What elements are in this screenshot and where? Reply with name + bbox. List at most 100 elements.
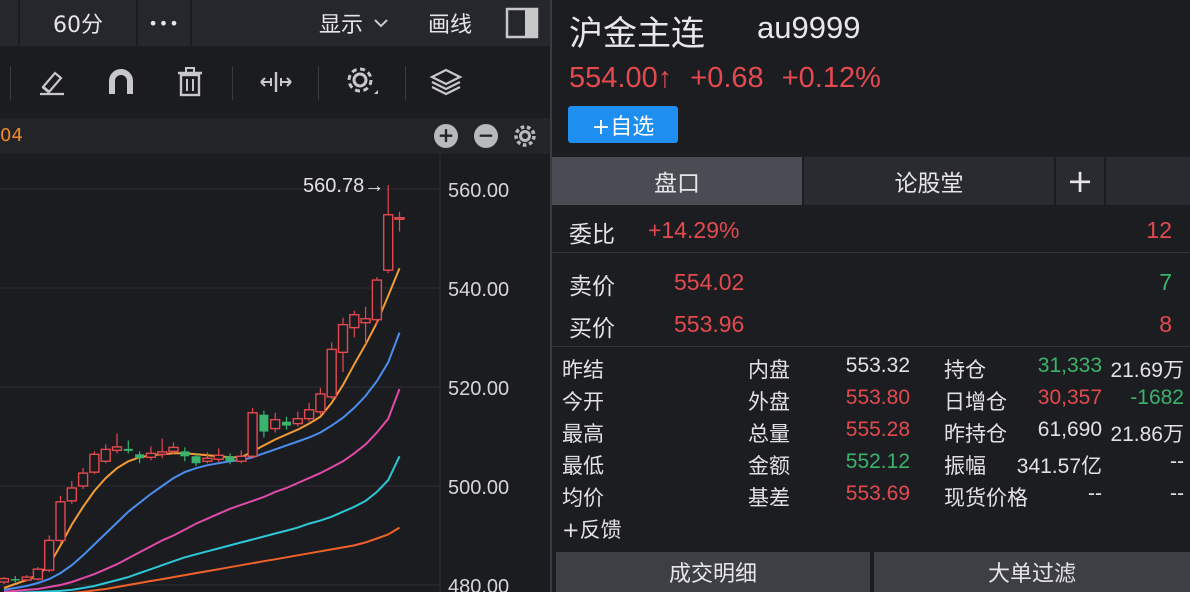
candle-body: [303, 409, 315, 420]
ma-line: [3, 332, 401, 591]
period-selector[interactable]: 60分: [20, 0, 136, 46]
stat-label: 昨持仓: [944, 422, 1007, 446]
stat-value: -1682: [1130, 386, 1184, 409]
candlestick-chart[interactable]: 560.00 540.00 520.00 500.00 480.00 560.78→: [0, 154, 550, 592]
stat-label: 昨结: [562, 358, 604, 382]
candle-body: [213, 454, 224, 460]
price-change: +0.68: [690, 62, 764, 94]
price-change-pct: +0.12%: [781, 62, 881, 94]
stat-label: 内盘: [748, 358, 790, 382]
indicator-settings-button[interactable]: [512, 123, 538, 153]
candle-body: [371, 279, 383, 321]
ask-label: 卖价: [569, 274, 615, 300]
separator: [190, 0, 192, 46]
candle-body: [145, 452, 157, 458]
tab-quote-label: 盘口: [654, 171, 700, 197]
feedback-button[interactable]: +反馈: [562, 514, 622, 544]
candle-body: [89, 453, 100, 473]
stat-value: 553.32: [845, 354, 910, 377]
stat-label: 金额: [748, 454, 790, 478]
stat-label: 总量: [748, 422, 790, 446]
ratio-diff: 12: [1146, 217, 1172, 243]
candle-body: [180, 451, 190, 457]
candle-body: [282, 421, 291, 426]
split-tool[interactable]: [256, 62, 296, 102]
high-price-label: 560.78→: [303, 175, 384, 197]
settings-tool[interactable]: [342, 62, 382, 102]
add-watchlist-button[interactable]: +自选: [568, 106, 678, 143]
stat-value: 552.12: [845, 450, 910, 473]
stat-label: 均价: [562, 486, 604, 510]
bid-volume: 8: [1159, 311, 1172, 337]
period-label: 60分: [53, 13, 103, 38]
panel-toggle-icon: [505, 7, 539, 39]
display-dropdown[interactable]: 显示: [306, 0, 402, 46]
chart-pane: 60分 ••• 显示 画线 04 + − 560.00 540.00 520.0…: [0, 0, 550, 592]
quote-panel: 沪金主连 au9999 554.00↑ +0.68 +0.12% +自选 盘口 …: [552, 0, 1190, 592]
zoom-out-button[interactable]: −: [474, 124, 498, 148]
display-label: 显示: [318, 13, 363, 38]
candle-body: [236, 455, 247, 462]
stat-value: 21.69万: [1110, 359, 1184, 382]
candle-body: [156, 451, 168, 456]
price-line: 554.00↑ +0.68 +0.12%: [569, 62, 891, 95]
panel-toggle-button[interactable]: [500, 0, 544, 46]
candle-body: [168, 446, 179, 453]
candle-body: [383, 214, 394, 271]
ask-price[interactable]: 554.02: [674, 269, 744, 296]
stat-value: 21.86万: [1110, 423, 1184, 446]
bid-price[interactable]: 553.96: [674, 311, 744, 338]
zoom-in-button[interactable]: +: [434, 124, 458, 148]
indicator-bar: 04 + −: [0, 118, 550, 154]
stat-label: 振幅: [944, 454, 986, 478]
more-icon: •••: [148, 13, 180, 33]
ma-legend-label: 04: [0, 125, 23, 146]
magnet-icon: [109, 69, 133, 94]
candle-body: [10, 579, 20, 581]
draw-line-button[interactable]: 画线: [414, 0, 486, 46]
tab-big-order-filter[interactable]: 大单过滤: [874, 552, 1190, 592]
gear-icon: [347, 67, 378, 94]
tab-forum[interactable]: 论股堂: [804, 157, 1054, 205]
plus-icon: +: [437, 123, 455, 147]
stat-value: 30,357: [1037, 386, 1102, 409]
minus-icon: −: [477, 123, 495, 147]
stat-value: --: [1088, 482, 1102, 505]
stat-value: 555.28: [845, 418, 910, 441]
candle-body: [259, 414, 269, 432]
candle-body: [270, 418, 281, 430]
chevron-down-icon: [374, 19, 388, 28]
last-price: 554.00↑: [569, 62, 673, 94]
bottom-tabs: 成交明细 大单过滤: [552, 552, 1190, 592]
add-tab-button[interactable]: +: [1056, 157, 1104, 205]
candle-body: [21, 576, 32, 581]
stat-label: 最低: [562, 454, 604, 478]
instrument-code: au9999: [757, 10, 861, 45]
draw-line-label: 画线: [427, 13, 472, 38]
y-tick-label: 480.00: [448, 576, 509, 592]
candle-body: [135, 454, 145, 459]
candle-body: [0, 577, 10, 583]
eraser-tool[interactable]: [32, 62, 72, 102]
separator: [232, 66, 233, 100]
stat-label: 外盘: [748, 390, 790, 414]
y-tick-label: 540.00: [448, 279, 509, 301]
stat-label: 今开: [562, 390, 604, 414]
more-button[interactable]: •••: [138, 0, 190, 46]
candle-body: [292, 417, 303, 425]
tab-trade-details-label: 成交明细: [668, 562, 757, 587]
tab-trade-details[interactable]: 成交明细: [556, 552, 870, 592]
candle-body: [202, 457, 213, 462]
candle-body: [360, 317, 371, 324]
separator: [1104, 157, 1106, 205]
stat-label: 基差: [748, 486, 790, 510]
candle-body: [111, 446, 123, 452]
y-tick-label: 520.00: [448, 378, 509, 400]
candle-body: [66, 487, 78, 502]
delete-tool[interactable]: [170, 62, 210, 102]
layers-tool[interactable]: [426, 62, 466, 102]
tab-quote[interactable]: 盘口: [552, 157, 802, 205]
stat-label: 现货价格: [944, 486, 1028, 510]
panel-tabs: 盘口 论股堂 +: [552, 157, 1190, 205]
magnet-tool[interactable]: [101, 62, 141, 102]
